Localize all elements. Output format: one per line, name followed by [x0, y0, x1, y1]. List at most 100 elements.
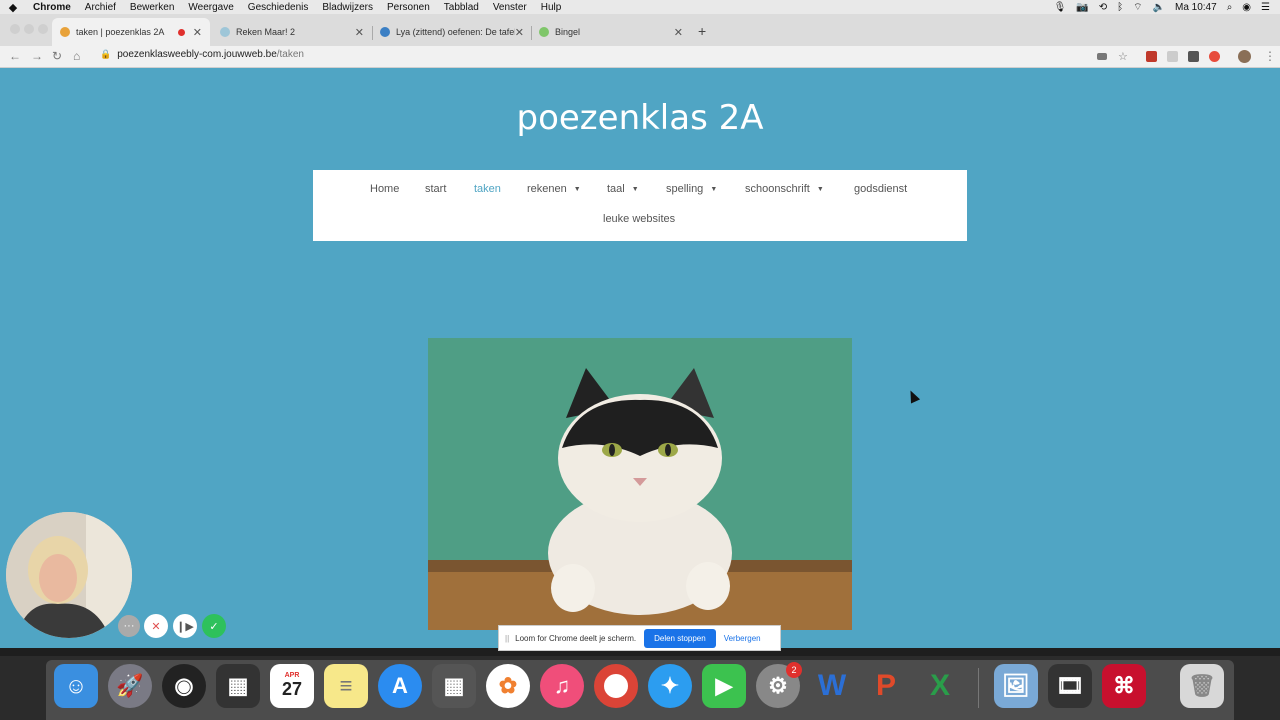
chrome-icon[interactable]	[594, 664, 638, 708]
clock[interactable]: Ma 10:47	[1175, 2, 1217, 13]
photos-icon[interactable]: ✿	[486, 664, 530, 708]
hide-banner-button[interactable]: Verbergen	[724, 634, 761, 643]
menu-item-archief[interactable]: Archief	[78, 2, 123, 13]
close-window-button[interactable]	[10, 24, 20, 34]
nav-taken[interactable]: taken	[474, 183, 501, 195]
nav-taal[interactable]: taal ▼	[607, 183, 639, 195]
app-store-icon[interactable]: A	[378, 664, 422, 708]
word-icon[interactable]: W	[810, 664, 854, 708]
menu-item-tabblad[interactable]: Tabblad	[437, 2, 486, 13]
bookmark-star-icon[interactable]: ☆	[1118, 50, 1128, 63]
siri-icon[interactable]: ◉	[162, 664, 206, 708]
trash-icon[interactable]: 🗑	[1180, 664, 1224, 708]
menu-app-name[interactable]: Chrome	[26, 2, 78, 13]
zoom-window-button[interactable]	[38, 24, 48, 34]
notes-icon[interactable]: ≡	[324, 664, 368, 708]
tab-title: Bingel	[555, 27, 581, 37]
status-area: 🎙 📷 ⟲ ᛒ ⌔ 🔈 Ma 10:47 ⌕ ◉ ☰	[1054, 1, 1280, 14]
menu-item-weergave[interactable]: Weergave	[181, 2, 240, 13]
forward-icon[interactable]: →	[31, 49, 43, 63]
nav-label: schoonschrift	[745, 183, 810, 195]
stop-sharing-button[interactable]: Delen stoppen	[644, 628, 716, 648]
time-machine-icon[interactable]: ⟲	[1099, 2, 1107, 13]
finder-icon[interactable]: ☺	[54, 664, 98, 708]
extension-icon[interactable]	[1167, 51, 1178, 62]
nav-spelling[interactable]: spelling ▼	[666, 183, 717, 195]
chrome-menu-icon[interactable]: ⋮	[1264, 49, 1276, 63]
reload-icon[interactable]: ↻	[52, 49, 62, 63]
notification-center-icon[interactable]: ☰	[1261, 2, 1270, 13]
nav-godsdienst[interactable]: godsdienst	[854, 183, 907, 195]
profile-avatar[interactable]	[1238, 50, 1251, 63]
recording-indicator-icon	[177, 28, 185, 36]
loom-pause-icon[interactable]: ❙▶	[173, 614, 197, 638]
loom-cancel-icon[interactable]: ✕	[144, 614, 168, 638]
url-path: /taken	[276, 49, 304, 60]
nav-leuke-websites[interactable]: leuke websites	[603, 213, 675, 225]
loom-finish-icon[interactable]: ✓	[202, 614, 226, 638]
back-icon[interactable]: ←	[9, 49, 21, 63]
menu-item-geschiedenis[interactable]: Geschiedenis	[241, 2, 316, 13]
nav-schoonschrift[interactable]: schoonschrift ▼	[745, 183, 824, 195]
tab-reken-maar[interactable]: Reken Maar! 2 ✕	[212, 18, 372, 46]
tab-lya-oefenen[interactable]: Lya (zittend) oefenen: De tafel ✕	[372, 18, 532, 46]
microphone-icon[interactable]: 🎙	[1054, 2, 1067, 13]
menu-item-personen[interactable]: Personen	[380, 2, 437, 13]
launchpad-icon[interactable]: 🚀	[108, 664, 152, 708]
calendar-icon[interactable]: APR 27	[270, 664, 314, 708]
dock-separator	[978, 668, 979, 708]
new-tab-icon[interactable]: +	[698, 23, 706, 39]
home-icon[interactable]: ⌂	[73, 49, 80, 63]
drag-handle-icon[interactable]: ||	[505, 634, 509, 643]
cat-photo	[428, 338, 852, 630]
extension-loom-icon[interactable]	[1209, 51, 1220, 62]
bluetooth-icon[interactable]: ᛒ	[1117, 2, 1123, 13]
menu-item-venster[interactable]: Venster	[486, 2, 534, 13]
menu-bar: ◆ Chrome Archief Bewerken Weergave Gesch…	[0, 0, 1280, 14]
close-tab-icon[interactable]: ✕	[674, 26, 683, 39]
tab-taken[interactable]: taken | poezenklas 2A ✕	[52, 18, 210, 46]
safari-icon[interactable]: ✦	[648, 664, 692, 708]
calculator-icon[interactable]: ▦	[432, 664, 476, 708]
excel-icon[interactable]: X	[918, 664, 962, 708]
preview-icon[interactable]: 🖼	[994, 664, 1038, 708]
url-host: poezenklasweebly-com.jouwweb.be	[117, 49, 277, 60]
menu-item-hulp[interactable]: Hulp	[534, 2, 569, 13]
close-tab-icon[interactable]: ✕	[355, 26, 364, 39]
itunes-icon[interactable]: ♫	[540, 664, 584, 708]
extension-ublock-icon[interactable]	[1146, 51, 1157, 62]
video-camera-icon[interactable]	[1097, 53, 1107, 60]
tab-title: Lya (zittend) oefenen: De tafel	[396, 27, 515, 37]
extension-c-icon[interactable]	[1188, 51, 1199, 62]
apple-menu-icon[interactable]: ◆	[0, 1, 26, 14]
photo-browser-icon[interactable]: 🎞	[1048, 664, 1092, 708]
menu-item-bladwijzers[interactable]: Bladwijzers	[315, 2, 380, 13]
spotlight-icon[interactable]: ⌕	[1227, 2, 1233, 13]
close-tab-icon[interactable]: ✕	[515, 26, 524, 39]
camera-icon[interactable]: 📷	[1076, 2, 1088, 13]
nav-rekenen[interactable]: rekenen ▼	[527, 183, 581, 195]
loom-more-options-icon[interactable]: ···	[118, 615, 140, 637]
tab-favicon	[380, 27, 390, 37]
siri-icon[interactable]: ◉	[1242, 2, 1251, 13]
wifi-icon[interactable]: ⌔	[1133, 1, 1142, 14]
calendar-month: APR	[284, 672, 300, 679]
tab-bingel[interactable]: Bingel ✕	[531, 18, 691, 46]
facetime-icon[interactable]: ▶	[702, 664, 746, 708]
volume-icon[interactable]: 🔈	[1153, 2, 1165, 13]
address-bar[interactable]: 🔒 poezenklasweebly-com.jouwweb.be/taken	[100, 49, 304, 60]
site-title[interactable]: poezenklas 2A	[0, 98, 1280, 138]
acrobat-icon[interactable]: ⌘	[1102, 664, 1146, 708]
tab-favicon	[220, 27, 230, 37]
powerpoint-icon[interactable]: P	[864, 664, 908, 708]
nav-home[interactable]: Home	[370, 183, 399, 195]
nav-start[interactable]: start	[425, 183, 446, 195]
minimize-window-button[interactable]	[24, 24, 34, 34]
close-tab-icon[interactable]: ✕	[193, 26, 202, 39]
caret-down-icon: ▼	[631, 185, 639, 193]
loom-sharing-banner: || Loom for Chrome deelt je scherm. Dele…	[498, 625, 781, 651]
dashboard-icon[interactable]: ▦	[216, 664, 260, 708]
webcam-bubble[interactable]	[6, 512, 132, 638]
menu-item-bewerken[interactable]: Bewerken	[123, 2, 181, 13]
web-page: poezenklas 2A Home start taken rekenen ▼ …	[0, 68, 1280, 648]
